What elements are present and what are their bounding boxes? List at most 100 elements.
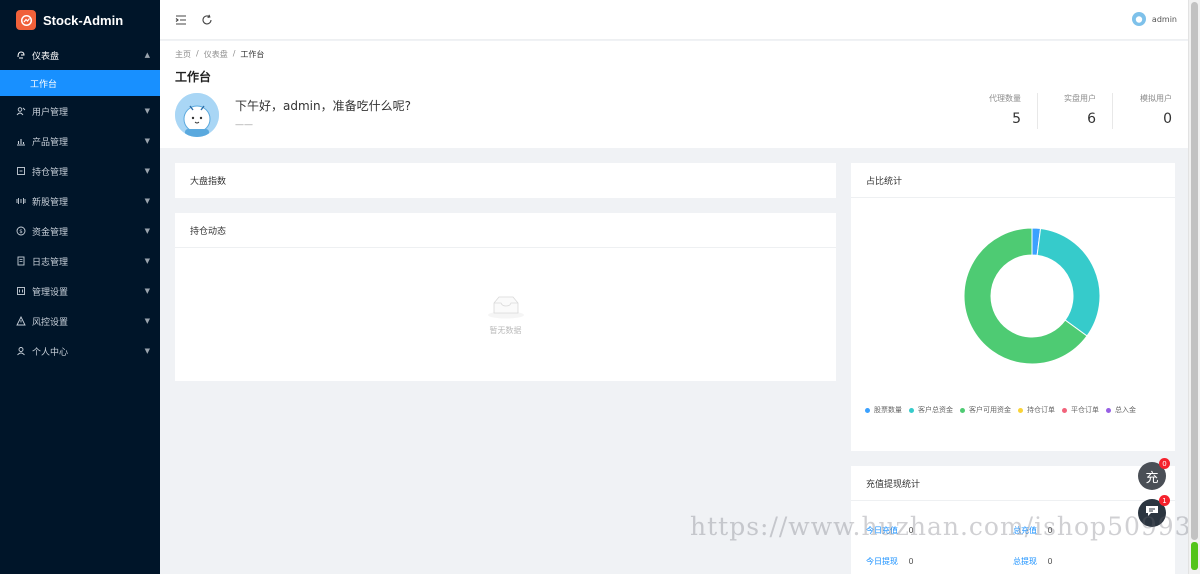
- legend-label: 总入金: [1115, 406, 1136, 414]
- sidebar-item-logs[interactable]: 日志管理 ▼: [0, 246, 160, 276]
- stat-value: 0: [1163, 111, 1172, 127]
- menu-collapse-icon[interactable]: [174, 13, 188, 27]
- recharge-label[interactable]: 今日提现: [866, 557, 898, 566]
- stat-value: 5: [1012, 111, 1021, 127]
- sidebar-item-label: 新股管理: [32, 197, 69, 208]
- sidebar-item-profile[interactable]: 个人中心 ▼: [0, 336, 160, 366]
- sidebar-item-label: 产品管理: [32, 137, 69, 148]
- card-title: 占比统计: [851, 163, 1175, 198]
- empty-text: 暂无数据: [489, 326, 522, 335]
- legend-item[interactable]: 股票数量: [865, 405, 902, 415]
- breadcrumb-separator: /: [232, 49, 236, 58]
- legend-dot: [1106, 407, 1111, 413]
- money-icon: $: [16, 226, 26, 236]
- breadcrumb-separator: /: [196, 49, 199, 58]
- legend-label: 客户可用资金: [969, 406, 1011, 414]
- recharge-float-button[interactable]: 充 0: [1138, 458, 1170, 490]
- dashboard-icon: [16, 50, 26, 60]
- donut-chart: [963, 227, 1101, 365]
- logo[interactable]: Stock-Admin: [0, 0, 160, 40]
- stat-agents: 代理数量 5: [963, 93, 1038, 129]
- stat-label: 模拟用户: [1140, 94, 1172, 103]
- scrollbar[interactable]: [1188, 0, 1200, 574]
- sidebar-item-label: 管理设置: [32, 287, 69, 298]
- page-title: 工作台: [175, 70, 212, 84]
- avatar: [175, 93, 219, 137]
- sidebar-item-label: 持仓管理: [32, 167, 69, 178]
- legend-item[interactable]: 持仓订单: [1018, 405, 1055, 415]
- sidebar-item-users[interactable]: 用户管理 ▼: [0, 96, 160, 126]
- recharge-row-today-withdraw: 今日提现 0: [866, 556, 914, 567]
- chevron-down-icon: ▼: [144, 197, 150, 205]
- legend-dot: [960, 407, 965, 413]
- sidebar-item-funds[interactable]: $ 资金管理 ▼: [0, 216, 160, 246]
- greeting-text: 下午好，admin，准备吃什么呢?: [235, 99, 411, 113]
- new-stock-icon: [16, 196, 26, 206]
- recharge-row-total-withdraw: 总提现 0: [1013, 556, 1053, 567]
- stat-value: 6: [1087, 111, 1096, 127]
- sidebar-item-dashboard[interactable]: 仪表盘 ▲: [0, 40, 160, 70]
- user-icon: [16, 346, 26, 356]
- card-title: 充值提现统计: [851, 466, 1175, 501]
- recharge-float-label: 充: [1145, 470, 1159, 486]
- chevron-up-icon: ▲: [144, 51, 150, 59]
- sidebar-item-risk-settings[interactable]: 风控设置 ▼: [0, 306, 160, 336]
- app-title: Stock-Admin: [43, 12, 124, 28]
- empty-state: 暂无数据: [175, 293, 836, 336]
- chevron-down-icon: ▼: [144, 137, 150, 145]
- legend-dot: [865, 407, 870, 413]
- recharge-value: 0: [1047, 557, 1053, 566]
- chevron-down-icon: ▼: [144, 227, 150, 235]
- legend-item[interactable]: 客户可用资金: [960, 405, 1011, 415]
- empty-box-icon: [175, 293, 836, 322]
- scrollbar-thumb[interactable]: [1191, 2, 1198, 540]
- users-icon: [16, 106, 26, 116]
- scrollbar-indicator: [1191, 542, 1198, 570]
- recharge-label[interactable]: 总提现: [1013, 557, 1037, 566]
- page-header: 主页 / 仪表盘 / 工作台 工作台 下午好，admin，准备吃什么呢? —— …: [160, 41, 1188, 148]
- watermark: https://www.huzhan.com/ishop50993: [690, 512, 1192, 541]
- donut-slice-1[interactable]: [1036, 227, 1101, 337]
- sidebar-item-admin-settings[interactable]: 管理设置 ▼: [0, 276, 160, 306]
- user-name: admin: [1151, 14, 1177, 24]
- greeting-subtext: ——: [235, 120, 253, 130]
- sidebar-subitem-workbench[interactable]: 工作台: [0, 70, 160, 96]
- chevron-down-icon: ▼: [144, 257, 150, 265]
- notification-badge: 0: [1159, 458, 1170, 469]
- sidebar-item-positions[interactable]: 持仓管理 ▼: [0, 156, 160, 186]
- user-menu[interactable]: admin: [1131, 12, 1177, 26]
- refresh-icon[interactable]: [200, 13, 214, 27]
- breadcrumb-current: 工作台: [240, 50, 265, 59]
- sidebar: Stock-Admin 仪表盘 ▲ 工作台 用户管理 ▼ 产品管理 ▼ 持仓管理…: [0, 0, 160, 574]
- top-header: admin: [160, 0, 1188, 40]
- chart-legend: 股票数量 客户总资金 客户可用资金 持仓订单 平仓订单 总入金: [865, 405, 1143, 415]
- breadcrumb-dashboard[interactable]: 仪表盘: [204, 49, 228, 60]
- notification-badge: 1: [1159, 495, 1170, 506]
- sidebar-item-label: 个人中心: [32, 347, 69, 358]
- legend-label: 股票数量: [874, 406, 902, 414]
- breadcrumb: 主页 / 仪表盘 / 工作台: [175, 49, 269, 60]
- recharge-value: 0: [908, 557, 914, 566]
- sidebar-item-products[interactable]: 产品管理 ▼: [0, 126, 160, 156]
- settings-icon: [16, 286, 26, 296]
- legend-item[interactable]: 总入金: [1106, 405, 1136, 415]
- log-icon: [16, 256, 26, 266]
- sidebar-item-label: 日志管理: [32, 257, 69, 268]
- legend-item[interactable]: 客户总资金: [909, 405, 953, 415]
- stat-demo-users: 模拟用户 0: [1113, 93, 1188, 129]
- legend-dot: [909, 407, 914, 413]
- stat-real-users: 实盘用户 6: [1038, 93, 1113, 129]
- positions-card: 持仓动态 暂无数据: [175, 213, 836, 381]
- sidebar-item-label: 仪表盘: [32, 51, 60, 62]
- card-title: 持仓动态: [175, 213, 836, 248]
- sidebar-item-new-stocks[interactable]: 新股管理 ▼: [0, 186, 160, 216]
- legend-label: 客户总资金: [918, 406, 953, 414]
- stat-label: 代理数量: [989, 94, 1021, 103]
- sidebar-item-label: 资金管理: [32, 227, 69, 238]
- position-icon: [16, 166, 26, 176]
- legend-item[interactable]: 平仓订单: [1062, 405, 1099, 415]
- ratio-stats-card: 占比统计 股票数量 客户总资金 客户可用资金 持仓订单 平仓订单 总入金: [851, 163, 1175, 451]
- chevron-down-icon: ▼: [144, 107, 150, 115]
- breadcrumb-home[interactable]: 主页: [175, 49, 191, 60]
- chevron-down-icon: ▼: [144, 317, 150, 325]
